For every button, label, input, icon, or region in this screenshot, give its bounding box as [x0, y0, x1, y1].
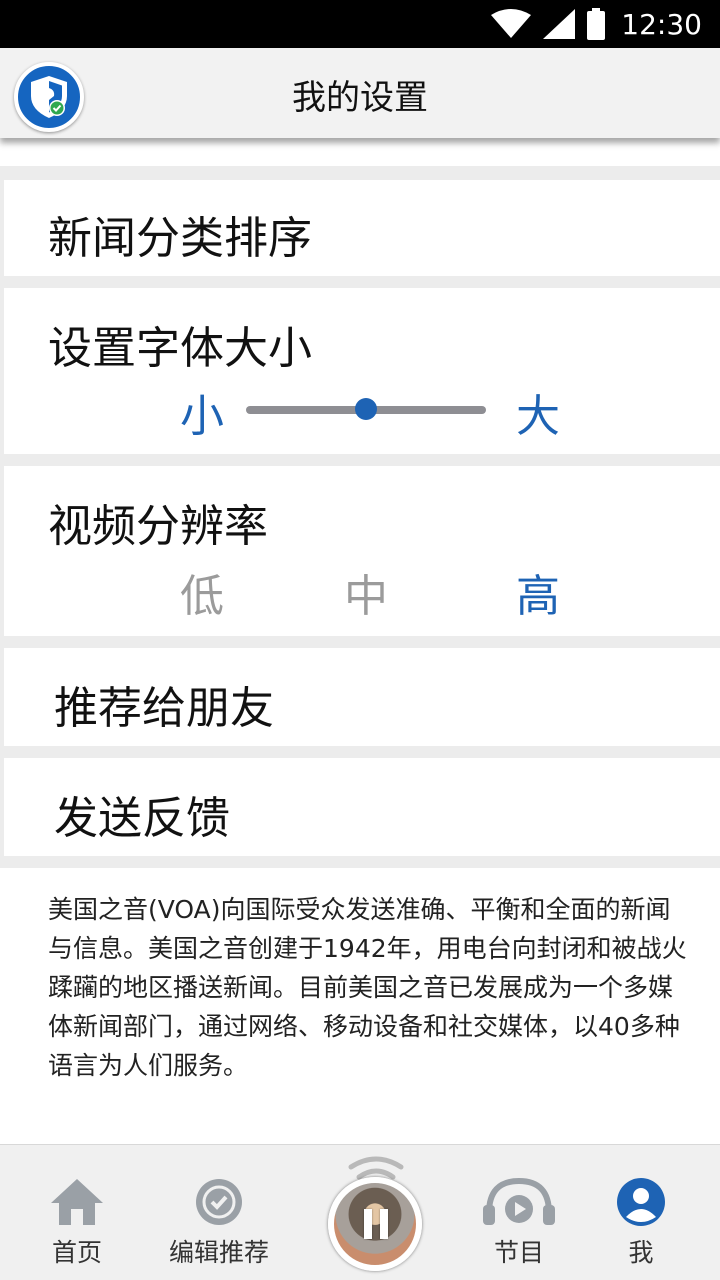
nav-programs[interactable]: 节目 — [454, 1177, 584, 1269]
nav-me-label: 我 — [628, 1238, 654, 1267]
resolution-mid-option[interactable]: 中 — [344, 560, 388, 624]
resolution-high-option[interactable]: 高 — [516, 560, 560, 624]
recommend-label: 推荐给朋友 — [54, 683, 274, 734]
status-bar: 12:30 — [0, 0, 720, 48]
about-section: 美国之音(VOA)向国际受众发送准确、平衡和全面的新闻与信息。美国之音创建于19… — [0, 868, 720, 1144]
nav-home-label: 首页 — [51, 1238, 102, 1267]
feedback-label: 发送反馈 — [54, 793, 230, 844]
slider-thumb[interactable] — [355, 398, 377, 420]
pause-icon — [364, 1209, 388, 1239]
font-size-slider[interactable]: 小 大 — [4, 378, 720, 442]
wifi-icon — [491, 9, 532, 38]
page-title: 我的设置 — [292, 78, 428, 118]
font-size-label: 设置字体大小 — [48, 323, 312, 374]
feedback-row[interactable]: 发送反馈 — [4, 758, 720, 856]
check-badge-icon — [196, 1179, 242, 1225]
nav-editor-picks-label: 编辑推荐 — [168, 1238, 269, 1267]
nav-me[interactable]: 我 — [576, 1177, 706, 1269]
font-large-label[interactable]: 大 — [516, 380, 560, 444]
nav-home[interactable]: 首页 — [12, 1177, 142, 1269]
home-icon — [51, 1179, 103, 1225]
video-resolution-label: 视频分辨率 — [48, 501, 268, 552]
app-header: 我的设置 — [0, 48, 720, 138]
font-small-label[interactable]: 小 — [180, 380, 224, 444]
about-text: 美国之音(VOA)向国际受众发送准确、平衡和全面的新闻与信息。美国之音创建于19… — [48, 895, 687, 1080]
nav-programs-label: 节目 — [493, 1238, 544, 1267]
live-player-button[interactable] — [328, 1177, 422, 1271]
font-size-row: 设置字体大小 小 大 — [4, 288, 720, 454]
status-icons: 12:30 — [491, 0, 702, 48]
headphones-play-icon — [483, 1177, 555, 1225]
cell-signal-icon — [543, 9, 576, 39]
news-sort-row[interactable]: 新闻分类排序 — [4, 180, 720, 276]
settings-content: 新闻分类排序 设置字体大小 小 大 视频分辨率 低 中 高 推荐给朋友 发送反馈… — [0, 138, 720, 1144]
bottom-nav: 首页 编辑推荐 节目 我 — [0, 1144, 720, 1280]
partially-hidden-row — [0, 138, 720, 166]
news-sort-label: 新闻分类排序 — [48, 213, 312, 264]
recommend-row[interactable]: 推荐给朋友 — [4, 648, 720, 746]
resolution-low-option[interactable]: 低 — [180, 560, 224, 624]
video-resolution-row: 视频分辨率 低 中 高 — [4, 466, 720, 636]
battery-icon — [587, 8, 606, 40]
status-time: 12:30 — [621, 7, 702, 41]
nav-editor-picks[interactable]: 编辑推荐 — [154, 1177, 284, 1269]
profile-icon — [617, 1178, 665, 1226]
